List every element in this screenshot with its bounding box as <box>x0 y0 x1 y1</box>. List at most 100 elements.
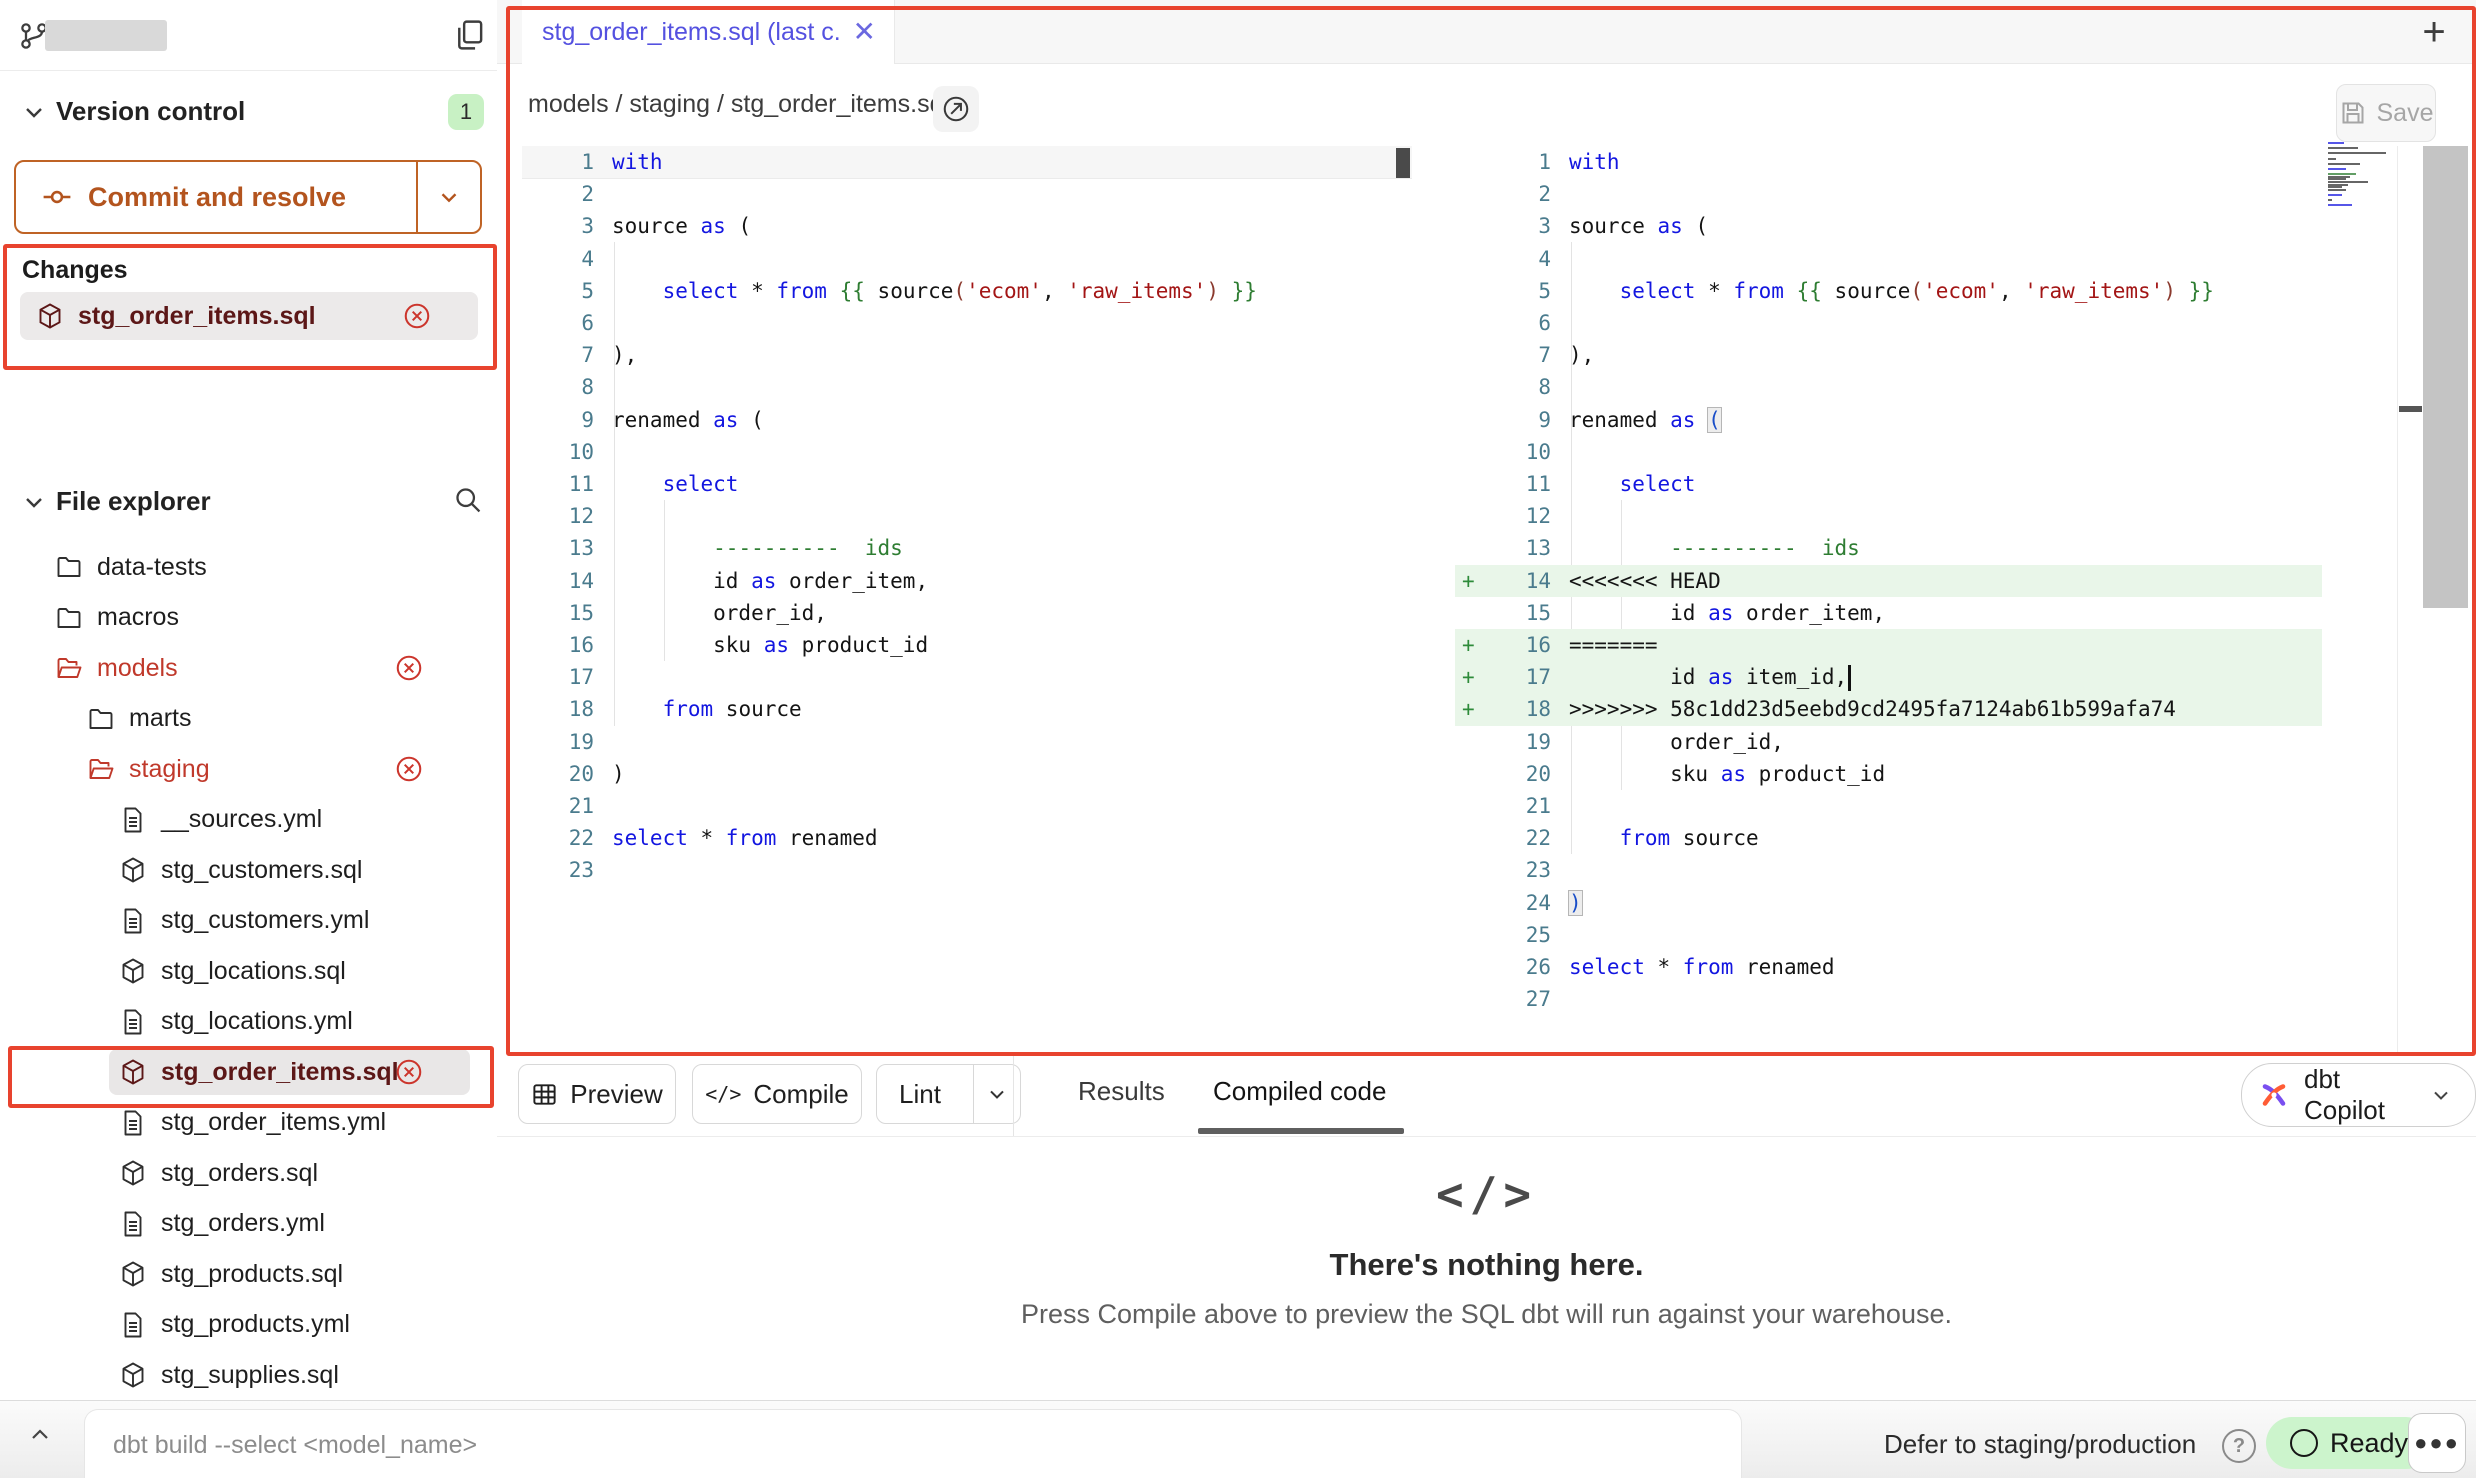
commit-dropdown-chevron-icon[interactable] <box>416 162 480 232</box>
file-item-stg-order-items-yml[interactable]: stg_order_items.yml <box>0 1098 497 1149</box>
code-line-1[interactable]: 1with <box>1455 146 2322 178</box>
code-line-10[interactable]: 10 <box>1455 436 2322 468</box>
tab-close-icon[interactable]: ✕ <box>853 18 876 46</box>
file-item-stg-products-yml[interactable]: stg_products.yml <box>0 1300 497 1351</box>
editor-pane-left[interactable]: 1with23source as (45 select * from {{ so… <box>522 146 1412 887</box>
code-line-22[interactable]: 22select * from renamed <box>522 822 1412 854</box>
more-options-button[interactable]: ●●● <box>2408 1413 2466 1473</box>
code-line-5[interactable]: 5 select * from {{ source('ecom', 'raw_i… <box>1455 275 2322 307</box>
code-line-3[interactable]: 3source as ( <box>522 210 1412 242</box>
code-line-4[interactable]: 4 <box>522 243 1412 275</box>
collapse-chevron-up-icon[interactable] <box>26 1421 54 1449</box>
tab-compiled-code[interactable]: Compiled code <box>1213 1076 1386 1107</box>
code-line-9[interactable]: 9renamed as ( <box>522 404 1412 436</box>
code-line-7[interactable]: 7), <box>1455 339 2322 371</box>
code-line-12[interactable]: 12 <box>522 500 1412 532</box>
file-item-marts[interactable]: marts <box>0 694 497 745</box>
editor-scrollbar[interactable] <box>2423 146 2468 608</box>
commit-and-resolve-button[interactable]: Commit and resolve <box>14 160 482 234</box>
code-text: ) <box>1569 887 1582 919</box>
file-item-macros[interactable]: macros <box>0 593 497 644</box>
code-line-27[interactable]: 27 <box>1455 983 2322 1015</box>
code-line-25[interactable]: 25 <box>1455 919 2322 951</box>
changed-file-row[interactable]: stg_order_items.sql <box>20 292 478 340</box>
editor-pane-right[interactable]: 1with 2 3source as ( 4 5 select * from {… <box>1455 146 2322 1015</box>
new-tab-plus-icon[interactable]: + <box>2412 12 2456 52</box>
code-line-2[interactable]: 2 <box>522 178 1412 210</box>
file-item-stg-locations-yml[interactable]: stg_locations.yml <box>0 997 497 1048</box>
code-line-26[interactable]: 26select * from renamed <box>1455 951 2322 983</box>
lint-button[interactable]: Lint <box>876 1064 1021 1124</box>
code-line-16[interactable]: 16 sku as product_id <box>522 629 1412 661</box>
preview-button[interactable]: Preview <box>518 1064 676 1124</box>
compile-button[interactable]: </> Compile <box>692 1064 862 1124</box>
code-line-20[interactable]: 20 sku as product_id <box>1455 758 2322 790</box>
code-line-17[interactable]: +17 id as item_id, <box>1455 661 2322 693</box>
file-item-stg-orders-yml[interactable]: stg_orders.yml <box>0 1199 497 1250</box>
code-line-14[interactable]: +14<<<<<<< HEAD <box>1455 565 2322 597</box>
save-button[interactable]: Save <box>2336 84 2436 142</box>
code-line-11[interactable]: 11 select <box>1455 468 2322 500</box>
code-line-20[interactable]: 20) <box>522 758 1412 790</box>
tab-stg-order-items[interactable]: stg_order_items.sql (last c... ✕ <box>522 0 895 64</box>
code-line-4[interactable]: 4 <box>1455 243 2322 275</box>
file-search-icon[interactable] <box>452 484 484 516</box>
discard-change-icon[interactable] <box>402 301 432 331</box>
code-line-13[interactable]: 13 ---------- ids <box>522 532 1412 564</box>
file-item-stg-customers-sql[interactable]: stg_customers.sql <box>0 845 497 896</box>
code-line-3[interactable]: 3source as ( <box>1455 210 2322 242</box>
left-pane-scrollbar-thumb[interactable] <box>1396 148 1410 178</box>
code-line-9[interactable]: 9renamed as ( <box>1455 404 2322 436</box>
discard-change-icon[interactable] <box>394 754 424 784</box>
dbt-copilot-button[interactable]: dbt Copilot <box>2241 1063 2476 1127</box>
code-line-7[interactable]: 7), <box>522 339 1412 371</box>
file-item-stg-products-sql[interactable]: stg_products.sql <box>0 1249 497 1300</box>
code-line-18[interactable]: +18>>>>>>> 58c1dd23d5eebd9cd2495fa7124ab… <box>1455 693 2322 725</box>
code-line-23[interactable]: 23 <box>1455 854 2322 886</box>
code-line-6[interactable]: 6 <box>522 307 1412 339</box>
code-line-18[interactable]: 18 from source <box>522 693 1412 725</box>
version-control-chevron-icon[interactable] <box>20 98 48 126</box>
code-line-16[interactable]: +16======= <box>1455 629 2322 661</box>
code-line-21[interactable]: 21 <box>522 790 1412 822</box>
code-line-11[interactable]: 11 select <box>522 468 1412 500</box>
command-input[interactable] <box>111 1424 1615 1466</box>
code-line-14[interactable]: 14 id as order_item, <box>522 565 1412 597</box>
code-line-21[interactable]: 21 <box>1455 790 2322 822</box>
file-item-stg-customers-yml[interactable]: stg_customers.yml <box>0 896 497 947</box>
file-item--sources-yml[interactable]: __sources.yml <box>0 795 497 846</box>
code-line-8[interactable]: 8 <box>522 371 1412 403</box>
tab-results[interactable]: Results <box>1078 1076 1165 1107</box>
code-line-6[interactable]: 6 <box>1455 307 2322 339</box>
line-number: 15 <box>522 597 594 629</box>
code-line-19[interactable]: 19 <box>522 726 1412 758</box>
file-item-stg-locations-sql[interactable]: stg_locations.sql <box>0 946 497 997</box>
file-explorer-chevron-icon[interactable] <box>20 488 48 516</box>
discard-change-icon[interactable] <box>394 1057 424 1087</box>
code-line-5[interactable]: 5 select * from {{ source('ecom', 'raw_i… <box>522 275 1412 307</box>
minimap[interactable] <box>2328 142 2390 212</box>
lineage-icon[interactable] <box>933 86 979 132</box>
code-line-17[interactable]: 17 <box>522 661 1412 693</box>
file-item-stg-supplies-sql[interactable]: stg_supplies.sql <box>0 1350 497 1401</box>
code-line-8[interactable]: 8 <box>1455 371 2322 403</box>
code-line-15[interactable]: 15 id as order_item, <box>1455 597 2322 629</box>
code-line-15[interactable]: 15 order_id, <box>522 597 1412 629</box>
code-line-23[interactable]: 23 <box>522 854 1412 886</box>
file-item-stg-orders-sql[interactable]: stg_orders.sql <box>0 1148 497 1199</box>
code-line-10[interactable]: 10 <box>522 436 1412 468</box>
code-line-22[interactable]: 22 from source <box>1455 822 2322 854</box>
code-line-1[interactable]: 1with <box>522 146 1412 178</box>
code-line-13[interactable]: 13 ---------- ids <box>1455 532 2322 564</box>
file-item-models[interactable]: models <box>0 643 497 694</box>
code-line-2[interactable]: 2 <box>1455 178 2322 210</box>
file-item-stg-order-items-sql[interactable]: stg_order_items.sql <box>0 1047 497 1098</box>
help-question-icon[interactable]: ? <box>2222 1429 2256 1463</box>
discard-change-icon[interactable] <box>394 653 424 683</box>
file-item-staging[interactable]: staging <box>0 744 497 795</box>
code-line-24[interactable]: 24) <box>1455 887 2322 919</box>
file-item-data-tests[interactable]: data-tests <box>0 542 497 593</box>
code-line-19[interactable]: 19 order_id, <box>1455 726 2322 758</box>
copy-files-icon[interactable] <box>452 18 486 52</box>
code-line-12[interactable]: 12 <box>1455 500 2322 532</box>
